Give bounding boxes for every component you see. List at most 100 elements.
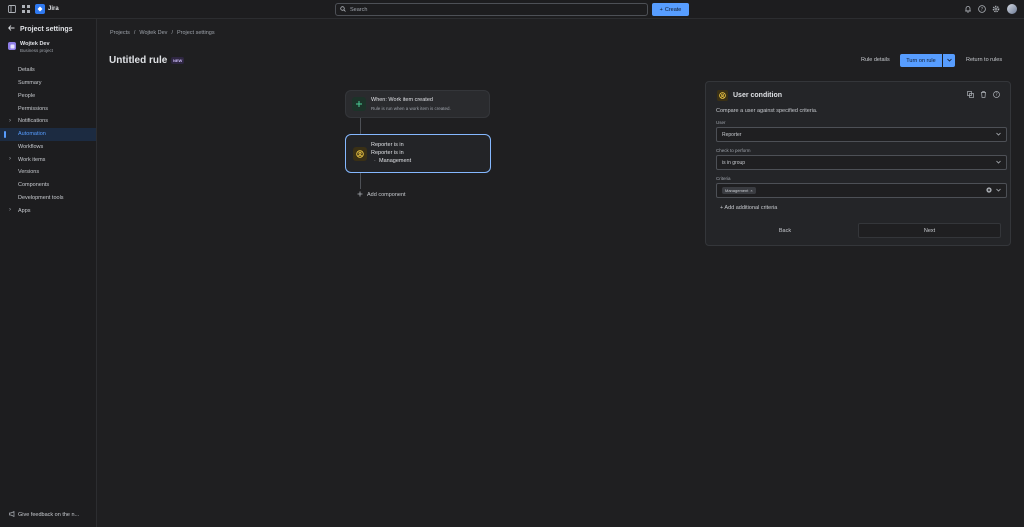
sidebar-item-components[interactable]: Components bbox=[0, 179, 96, 192]
plus-icon: + bbox=[659, 6, 663, 13]
feedback-label: Give feedback on the n... bbox=[18, 512, 80, 518]
user-condition-panel: User condition ? Compare a user against … bbox=[705, 81, 1011, 246]
sidebar-item-workflows[interactable]: Workflows bbox=[0, 141, 96, 154]
chevron-down-icon bbox=[996, 160, 1001, 166]
condition-group-bullet: - bbox=[374, 158, 376, 163]
panel-header: User condition bbox=[717, 90, 782, 101]
flow-connector bbox=[360, 173, 361, 189]
chevron-right-icon[interactable]: › bbox=[9, 118, 11, 124]
sidebar-item-permissions[interactable]: Permissions bbox=[0, 102, 96, 115]
search-input[interactable] bbox=[350, 6, 630, 13]
project-avatar-icon bbox=[8, 42, 16, 50]
project-type: Business project bbox=[20, 48, 54, 53]
trigger-subtitle: Rule is run when a work item is created. bbox=[371, 106, 451, 111]
megaphone-icon bbox=[9, 511, 15, 519]
new-badge: NEW bbox=[171, 57, 185, 64]
chevron-down-icon bbox=[946, 58, 952, 64]
app-switcher-icon[interactable] bbox=[21, 4, 31, 14]
condition-card[interactable]: Reporter is in Reporter is in - Manageme… bbox=[345, 134, 491, 173]
notifications-bell-icon[interactable] bbox=[963, 4, 973, 14]
user-avatar[interactable] bbox=[1007, 4, 1017, 14]
breadcrumb: Projects / Wojtek Dev / Project settings bbox=[110, 30, 215, 36]
sidebar-item-versions[interactable]: Versions bbox=[0, 166, 96, 179]
chevron-down-icon bbox=[996, 132, 1001, 138]
sidebar-item-label: People bbox=[18, 92, 36, 99]
help-icon[interactable]: ? bbox=[993, 91, 1000, 100]
sidebar-header: Project settings bbox=[8, 25, 73, 33]
flow-connector bbox=[360, 118, 361, 134]
user-field-label: User bbox=[716, 120, 726, 125]
page-title: Untitled rule bbox=[109, 55, 168, 66]
jira-logo[interactable]: Jira bbox=[35, 4, 59, 14]
sidebar-item-development-tools[interactable]: Development tools bbox=[0, 192, 96, 205]
settings-gear-icon[interactable] bbox=[991, 4, 1001, 14]
back-button[interactable]: Back bbox=[713, 224, 857, 238]
sidebar-item-label: Notifications bbox=[18, 118, 48, 125]
breadcrumb-link[interactable]: Project settings bbox=[177, 30, 215, 36]
sidebar: Project settings Wojtek Dev Business pro… bbox=[0, 19, 97, 527]
breadcrumb-link[interactable]: Projects bbox=[110, 30, 130, 36]
condition-detail: Reporter is in bbox=[371, 150, 404, 156]
breadcrumb-link[interactable]: Wojtek Dev bbox=[139, 30, 167, 36]
criteria-field-icons bbox=[986, 186, 1001, 195]
clear-icon[interactable] bbox=[986, 186, 992, 195]
plus-icon bbox=[357, 191, 363, 199]
project-name: Wojtek Dev bbox=[20, 41, 50, 47]
sidebar-item-work-items[interactable]: › Work items bbox=[0, 153, 96, 166]
sidebar-item-notifications[interactable]: › Notifications bbox=[0, 115, 96, 128]
rule-details-button[interactable]: Rule details bbox=[861, 57, 890, 63]
check-select-value: is in group bbox=[722, 159, 746, 166]
sidebar-item-summary[interactable]: Summary bbox=[0, 77, 96, 90]
search-icon bbox=[340, 5, 346, 14]
trigger-title: When: Work item created bbox=[371, 97, 433, 103]
trigger-plus-icon bbox=[352, 97, 366, 111]
user-select[interactable]: Reporter bbox=[716, 127, 1007, 142]
check-to-perform-select[interactable]: is in group bbox=[716, 155, 1007, 170]
criteria-field-label: Criteria bbox=[716, 176, 731, 181]
sidebar-item-label: Summary bbox=[18, 80, 42, 87]
sidebar-item-label: Development tools bbox=[18, 194, 64, 201]
return-to-rules-button[interactable]: Return to rules bbox=[966, 57, 1002, 63]
chevron-right-icon[interactable]: › bbox=[9, 156, 11, 162]
criteria-chip: Management × bbox=[722, 187, 756, 194]
sidebar-item-label: Components bbox=[18, 182, 50, 189]
duplicate-icon[interactable] bbox=[967, 91, 974, 100]
sidebar-title: Project settings bbox=[20, 25, 73, 33]
breadcrumb-separator: / bbox=[171, 30, 173, 36]
search-bar[interactable] bbox=[335, 3, 648, 16]
jira-logo-icon bbox=[35, 4, 45, 14]
sidebar-item-label: Workflows bbox=[18, 143, 44, 150]
create-button-label: Create bbox=[664, 6, 682, 13]
trigger-card[interactable]: When: Work item created Rule is run when… bbox=[345, 90, 490, 118]
help-icon[interactable]: ? bbox=[977, 4, 987, 14]
add-additional-criteria-button[interactable]: + Add additional criteria bbox=[720, 205, 777, 211]
back-arrow-icon[interactable] bbox=[8, 25, 15, 33]
add-component-label: Add component bbox=[367, 192, 406, 198]
add-component-button[interactable]: Add component bbox=[357, 191, 406, 199]
turn-on-rule-button[interactable]: Turn on rule bbox=[900, 54, 942, 67]
sidebar-item-label: Permissions bbox=[18, 105, 48, 112]
sidebar-item-automation[interactable]: Automation bbox=[0, 127, 96, 141]
sidebar-item-people[interactable]: People bbox=[0, 90, 96, 103]
chevron-right-icon[interactable]: › bbox=[9, 207, 11, 213]
sidebar-item-label: Apps bbox=[18, 207, 31, 214]
project-info: Wojtek Dev Business project bbox=[8, 41, 53, 53]
sidebar-item-apps[interactable]: › Apps bbox=[0, 204, 96, 217]
breadcrumb-separator: / bbox=[133, 30, 136, 36]
sidebar-item-details[interactable]: Details bbox=[0, 64, 96, 77]
criteria-multiselect[interactable]: Management × bbox=[716, 183, 1007, 198]
condition-title: Reporter is in bbox=[371, 142, 404, 148]
sidebar-item-label: Details bbox=[18, 67, 35, 74]
criteria-chip-label: Management bbox=[725, 188, 749, 193]
turn-on-rule-dropdown[interactable] bbox=[943, 54, 955, 67]
give-feedback-link[interactable]: Give feedback on the n... bbox=[9, 511, 79, 519]
check-field-label: Check to perform bbox=[716, 148, 751, 153]
sidebar-nav: Details Summary People Permissions › Notifica… bbox=[0, 64, 96, 217]
delete-icon[interactable] bbox=[980, 91, 987, 100]
sidebar-toggle-icon[interactable] bbox=[7, 4, 17, 14]
sidebar-item-label: Work items bbox=[18, 156, 46, 163]
create-button[interactable]: + Create bbox=[652, 3, 689, 16]
panel-title: User condition bbox=[733, 92, 783, 99]
next-button[interactable]: Next bbox=[858, 223, 1001, 238]
remove-chip-icon[interactable]: × bbox=[750, 188, 752, 193]
